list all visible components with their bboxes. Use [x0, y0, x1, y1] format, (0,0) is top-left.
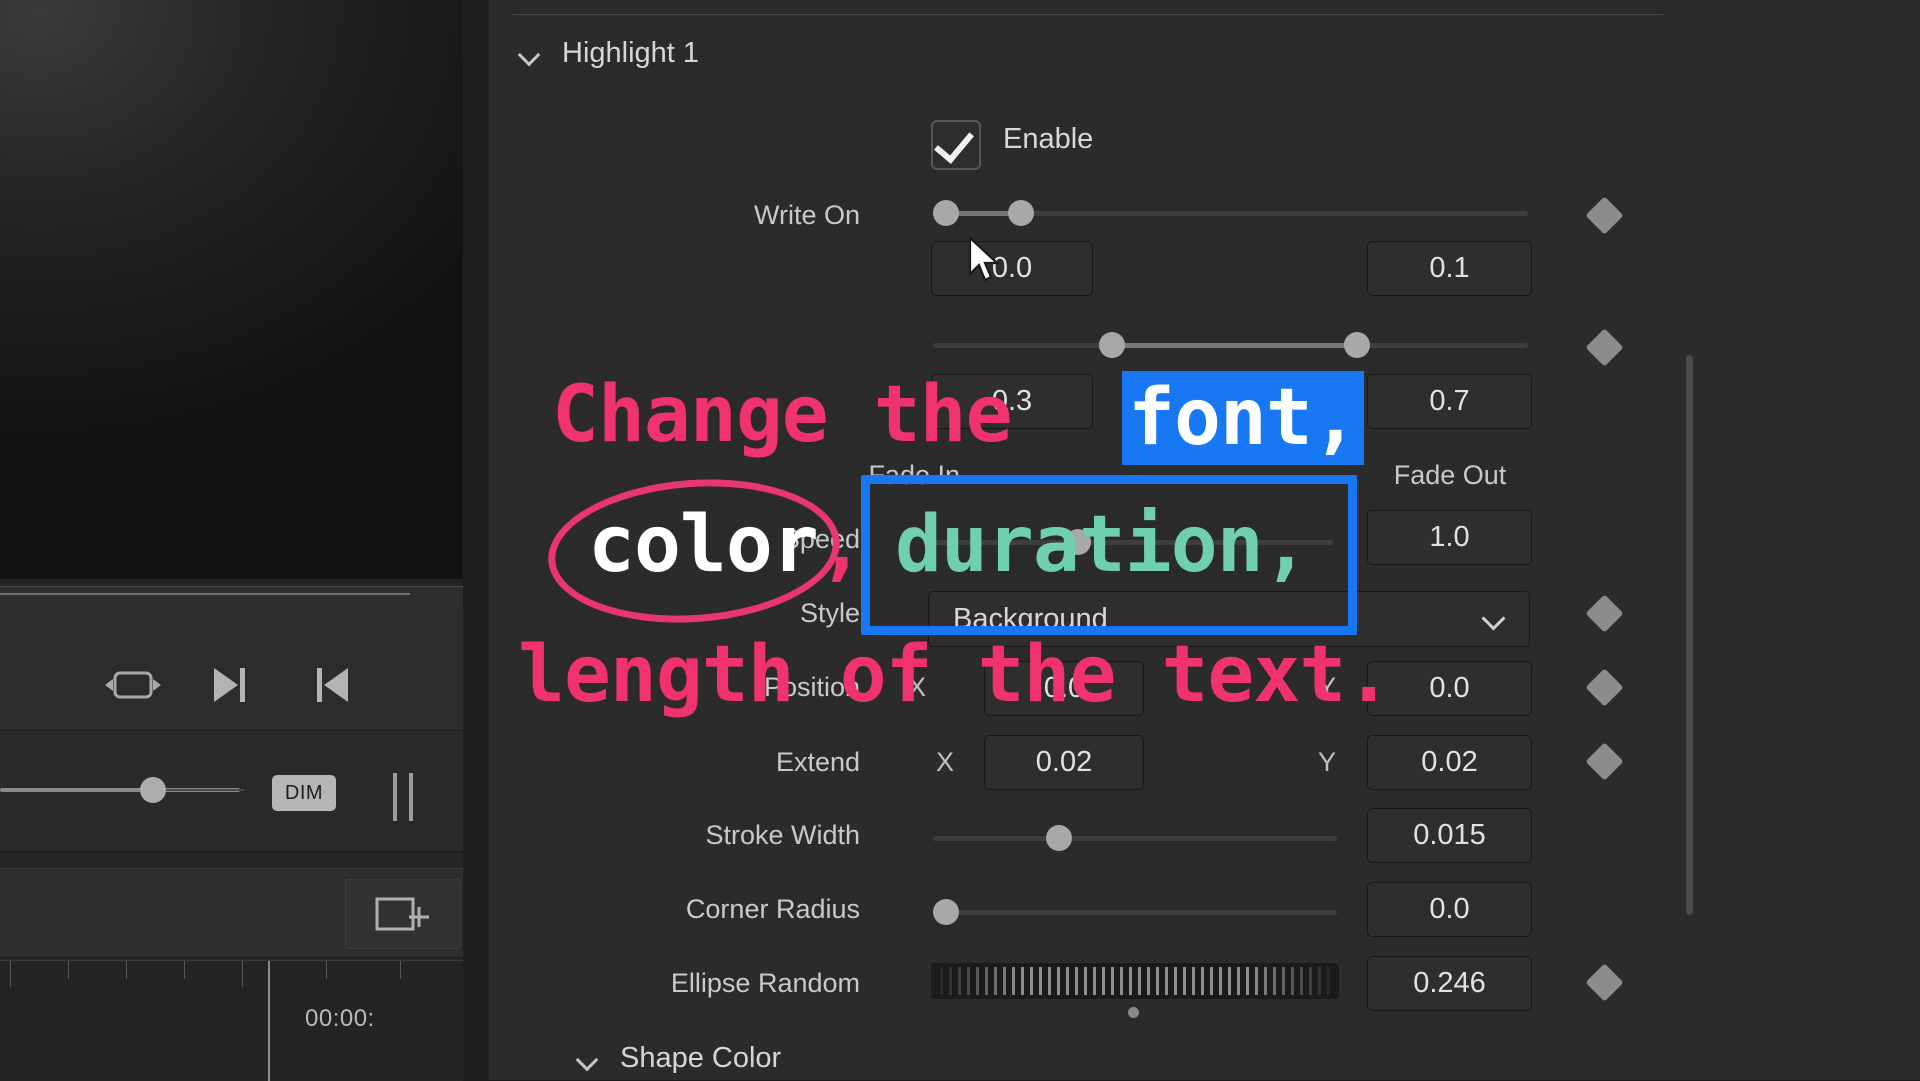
ellipse-random-ribs	[931, 967, 1339, 995]
row-label-speed: Speed	[781, 524, 860, 554]
stroke-width-knob[interactable]	[1046, 825, 1072, 851]
row-label-extend: Extend	[775, 747, 860, 777]
extend-y-value[interactable]: 0.02	[1367, 735, 1532, 790]
fade-out-top-value[interactable]: 0.7	[1367, 374, 1532, 429]
corner-radius-knob[interactable]	[933, 899, 959, 925]
next-frame-icon[interactable]	[200, 658, 262, 712]
row-label-ellipse-random: Ellipse Random	[670, 968, 860, 998]
pause-icon[interactable]	[385, 773, 425, 821]
volume-slider-rest	[158, 789, 244, 791]
row-label-position: Position	[763, 672, 860, 702]
previous-frame-icon[interactable]	[300, 658, 362, 712]
write-on-range-slider[interactable]	[933, 200, 1528, 226]
add-track-icon[interactable]	[345, 879, 461, 949]
write-on-low-knob[interactable]	[933, 200, 959, 226]
playhead[interactable]	[268, 961, 270, 1081]
timecode-display: 00:00:	[305, 1005, 375, 1032]
position-y-label: Y	[1318, 672, 1337, 702]
section-header-highlight1[interactable]: Highlight 1	[520, 37, 699, 70]
corner-radius-value[interactable]: 0.0	[1367, 882, 1532, 937]
row-label-stroke-width: Stroke Width	[705, 820, 860, 850]
section-header-shape-color[interactable]: Shape Color	[578, 1042, 781, 1075]
app-window: DIM 00:00: Highlight 1 Enable Write On 0…	[0, 0, 1920, 1081]
position-x-value[interactable]: 0.0	[984, 661, 1144, 716]
write-on-high-value[interactable]: 0.1	[1367, 241, 1532, 296]
style-dropdown-value: Background	[953, 603, 1108, 635]
position-y-value[interactable]: 0.0	[1367, 661, 1532, 716]
extend-x-label: X	[936, 747, 955, 777]
ellipse-random-knob[interactable]	[1128, 1007, 1139, 1018]
loop-range-icon[interactable]	[102, 658, 164, 712]
scrub-line	[0, 593, 410, 595]
chevron-down-icon[interactable]	[1485, 610, 1503, 628]
checkmark-icon	[934, 122, 974, 164]
volume-slider-knob[interactable]	[140, 777, 166, 803]
timeline-area: 00:00:	[0, 852, 463, 1081]
section-title: Shape Color	[620, 1042, 782, 1074]
speed-slider[interactable]	[933, 529, 1333, 555]
row-label-fade-out: Fade Out	[1393, 460, 1507, 490]
dim-button[interactable]: DIM	[272, 775, 336, 811]
section-title: Highlight 1	[562, 37, 700, 69]
panel-divider	[463, 0, 489, 1080]
transport-bar	[0, 608, 463, 731]
row-label-style: Style	[799, 598, 860, 628]
ellipse-random-slider[interactable]	[931, 963, 1339, 999]
fade-range-high-knob[interactable]	[1344, 332, 1370, 358]
write-on-high-knob[interactable]	[1008, 200, 1034, 226]
chevron-down-icon[interactable]	[520, 44, 540, 64]
fade-range-slider[interactable]	[933, 332, 1528, 358]
chevron-down-icon[interactable]	[578, 1049, 598, 1069]
style-dropdown[interactable]: Background	[928, 591, 1530, 647]
position-x-label: X	[908, 672, 927, 702]
stroke-width-value[interactable]: 0.015	[1367, 808, 1532, 863]
timeline-track[interactable]	[0, 868, 463, 958]
inspector-scrollbar[interactable]	[1686, 355, 1693, 915]
timeline-ruler[interactable]: 00:00:	[0, 960, 463, 1081]
corner-radius-slider[interactable]	[933, 899, 1337, 925]
viewer-edge	[0, 576, 463, 579]
extend-y-label: Y	[1318, 747, 1337, 777]
extend-x-value[interactable]: 0.02	[984, 735, 1144, 790]
row-label-fade-in: Fade In	[868, 460, 960, 490]
row-label-corner-radius: Corner Radius	[685, 894, 860, 924]
stroke-width-slider[interactable]	[933, 825, 1337, 851]
viewer-panel: DIM 00:00:	[0, 0, 463, 1081]
section-separator	[513, 14, 1663, 15]
fade-range-fill	[1111, 343, 1356, 348]
enable-label: Enable	[1003, 123, 1094, 155]
speed-slider-knob[interactable]	[1065, 529, 1091, 555]
enable-checkbox[interactable]	[931, 120, 981, 170]
fade-out-value[interactable]: 1.0	[1367, 510, 1532, 565]
scrub-strip[interactable]	[0, 586, 463, 610]
ellipse-random-value[interactable]: 0.246	[1367, 956, 1532, 1011]
fade-range-low-knob[interactable]	[1099, 332, 1125, 358]
write-on-low-value[interactable]: 0.0	[931, 241, 1093, 296]
video-preview[interactable]	[0, 0, 463, 578]
row-label-write-on: Write On	[753, 200, 860, 230]
fade-in-value[interactable]: 0.3	[931, 374, 1093, 429]
audio-bar: DIM	[0, 731, 463, 852]
